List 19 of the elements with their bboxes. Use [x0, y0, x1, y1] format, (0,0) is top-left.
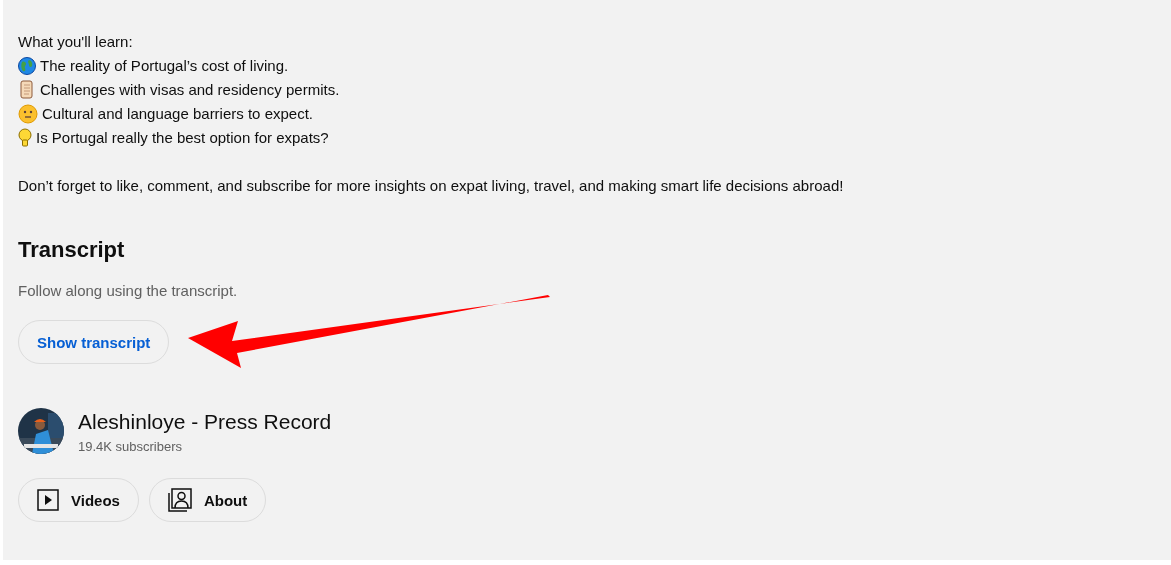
intro-text: What you'll learn:: [18, 32, 133, 52]
videos-button[interactable]: Videos: [18, 478, 139, 522]
subscriber-count: 19.4K subscribers: [78, 438, 184, 454]
light-bulb-icon: [18, 128, 32, 148]
list-item-text: The reality of Portugal’s cost of living.: [40, 56, 289, 76]
channel-name[interactable]: Aleshinloye - Press Record: [78, 408, 332, 435]
show-transcript-button[interactable]: Show transcript: [18, 320, 170, 364]
about-button[interactable]: About: [148, 478, 267, 522]
section-heading: Transcript: [18, 236, 126, 264]
profile-icon: [167, 488, 192, 512]
transcript-hint: Follow along using the transcript.: [18, 282, 239, 299]
play-icon: [37, 489, 59, 511]
list-item-text: Cultural and language barriers to expect.: [42, 104, 313, 124]
description-text: Don’t forget to like, comment, and subscribe for more insights on expat living, travel, and making smart life decisions abroad!: [18, 176, 844, 196]
globe-icon: [18, 57, 36, 75]
list-item-text: Challenges with visas and residency permits.: [40, 80, 340, 100]
face-emoji-icon: [18, 104, 38, 124]
list-item-text: Is Portugal really the best option for expats?: [36, 128, 329, 148]
scroll-icon: [18, 80, 36, 100]
